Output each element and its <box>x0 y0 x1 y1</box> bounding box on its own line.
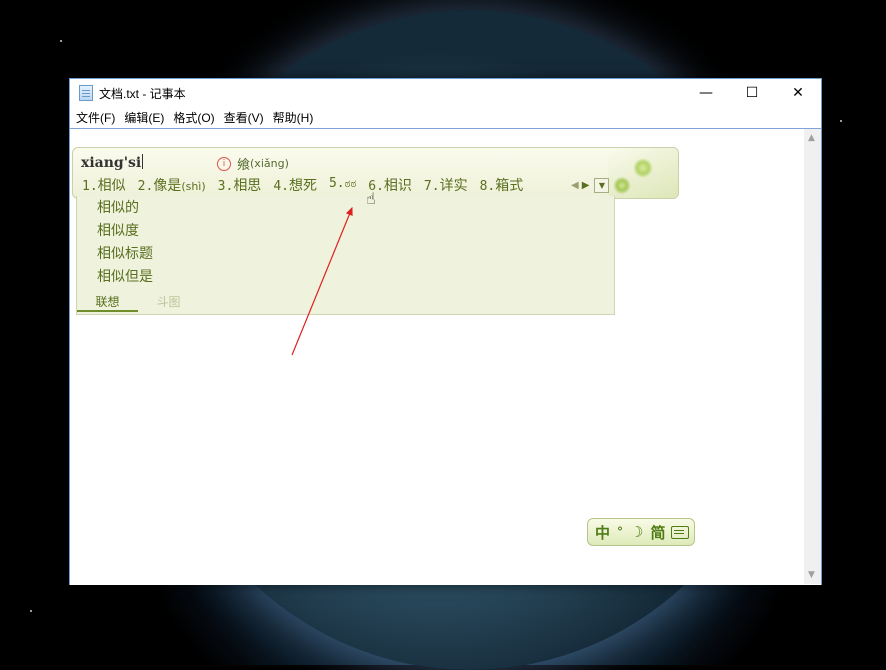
annotation-arrow <box>291 206 353 356</box>
simplified-toggle[interactable]: 简 <box>650 522 665 543</box>
punctuation-toggle[interactable]: ° <box>617 525 623 539</box>
half-width-moon-icon[interactable]: ☽ <box>630 523 643 541</box>
chinese-mode-toggle[interactable]: 中 <box>595 522 610 543</box>
ime-status-bar[interactable]: 中 ° ☽ 简 <box>587 518 695 546</box>
keyboard-icon[interactable] <box>671 525 690 539</box>
